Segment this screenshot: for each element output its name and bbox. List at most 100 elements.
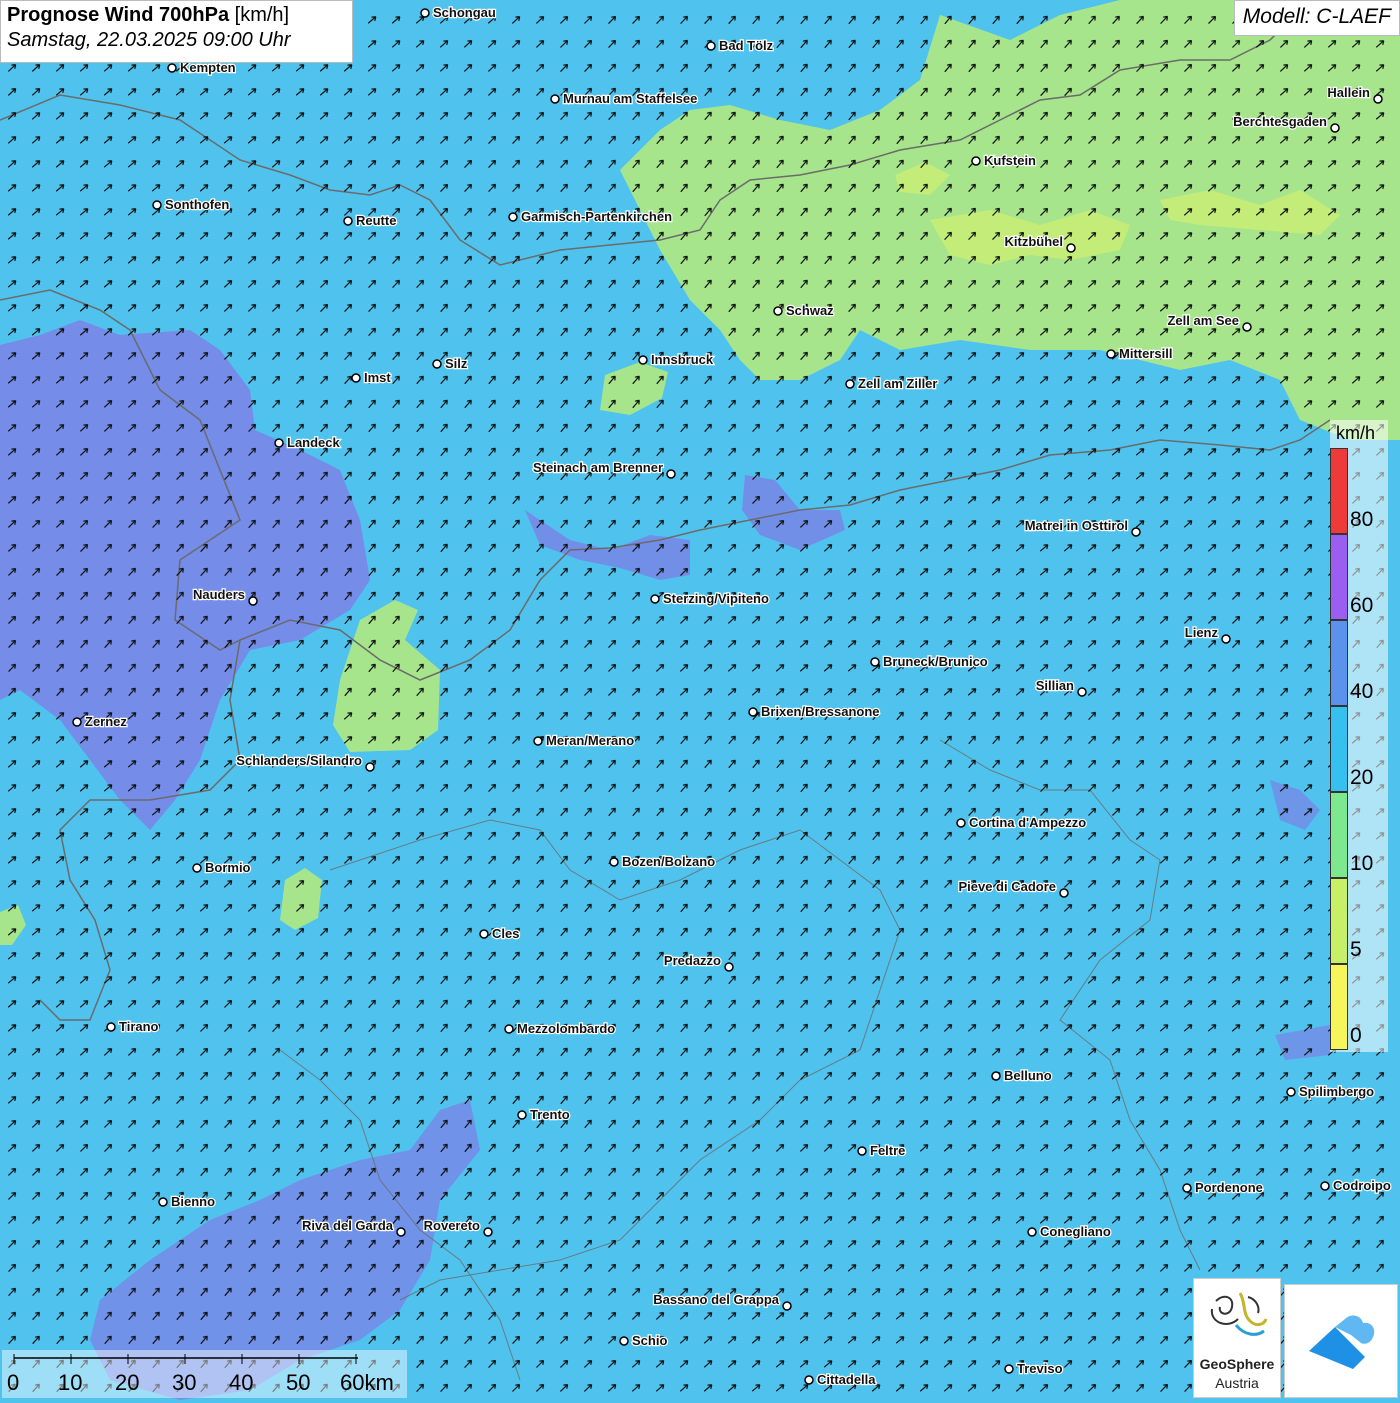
scale-label-30: 30 [172, 1370, 197, 1395]
city-marker-dot [396, 1227, 406, 1237]
city-label: Imst [364, 370, 391, 385]
city-label: Mezzolombardo [517, 1021, 615, 1036]
city-label: Feltre [870, 1143, 905, 1158]
city-label: Pieve di Cadore [958, 879, 1056, 894]
legend-bar-0 [1330, 964, 1348, 1050]
city-label: Zernez [85, 714, 127, 729]
geosphere-logo[interactable]: GeoSphere Austria [1193, 1278, 1281, 1398]
legend-unit: km/h [1336, 423, 1376, 443]
city-marker-dot [609, 857, 619, 867]
city-label: Rovereto [424, 1218, 480, 1233]
city-label: Bruneck/Brunico [883, 654, 988, 669]
legend-bar-10 [1330, 792, 1348, 878]
city-label: Innsbruck [651, 352, 714, 367]
city-marker-dot [1066, 243, 1076, 253]
wind-map: SchongauBad TölzKemptenMurnau am Staffel… [0, 0, 1400, 1400]
city-label: Steinach am Brenner [533, 460, 663, 475]
city-label: Murnau am Staffelsee [563, 91, 697, 106]
legend-label-0: 0 [1350, 1024, 1362, 1047]
title-box: Prognose Wind 700hPa [km/h] Samstag, 22.… [0, 0, 353, 63]
geosphere-logo-line2: Austria [1215, 1375, 1259, 1391]
city-label: Bad Tölz [719, 38, 774, 53]
city-marker-dot [1242, 322, 1252, 332]
legend-label-40: 40 [1350, 680, 1374, 703]
city-label: Predazzo [664, 953, 721, 968]
city-marker-dot [504, 1024, 514, 1034]
city-label: Kitzbühel [1005, 234, 1064, 249]
city-marker-dot [1059, 888, 1069, 898]
city-label: Mittersill [1119, 346, 1172, 361]
city-label: Lienz [1185, 625, 1219, 640]
city-label: Codroipo [1333, 1178, 1391, 1193]
city-label: Silz [445, 356, 468, 371]
model-label: Modell: C-LAEF [1233, 0, 1400, 36]
city-marker-dot [152, 200, 162, 210]
scale-label-40: 40 [229, 1370, 254, 1395]
map-title-unit: [km/h] [234, 4, 290, 26]
city-marker-dot [1221, 634, 1231, 644]
scale-label-0: 0 [7, 1370, 20, 1395]
city-label: Trento [530, 1107, 570, 1122]
city-label: Schio [632, 1333, 667, 1348]
city-label: Bormio [205, 860, 251, 875]
city-marker-dot [870, 657, 880, 667]
city-marker-dot [782, 1301, 792, 1311]
scale-label-20: 20 [115, 1370, 140, 1395]
city-marker-dot [248, 596, 258, 606]
scale-label-60km: 60km [340, 1370, 394, 1395]
city-label: Schongau [433, 5, 496, 20]
city-label: Sonthofen [165, 197, 229, 212]
city-label: Brixen/Bressanone [761, 704, 880, 719]
geosphere-logo-line1: GeoSphere [1199, 1356, 1275, 1372]
city-label: Treviso [1017, 1361, 1063, 1376]
city-label: Landeck [287, 435, 341, 450]
city-label: Zell am Ziller [858, 376, 937, 391]
city-label: Bozen/Bolzano [622, 854, 715, 869]
map-title-main: Prognose Wind 700hPa [7, 4, 230, 26]
legend-label-20: 20 [1350, 766, 1374, 789]
scale-label-50: 50 [286, 1370, 311, 1395]
forecast-datetime: Samstag, 22.03.2025 09:00 Uhr [7, 29, 291, 51]
city-marker-dot [1373, 94, 1383, 104]
city-label: Meran/Merano [546, 733, 634, 748]
city-label: Hallein [1327, 85, 1370, 100]
city-marker-dot [420, 8, 430, 18]
city-label: Spilimbergo [1299, 1084, 1374, 1099]
city-label: Kufstein [984, 153, 1036, 168]
city-marker-dot [479, 929, 489, 939]
city-marker-dot [773, 306, 783, 316]
scale-label-10: 10 [58, 1370, 83, 1395]
city-label: Cles [492, 926, 519, 941]
city-label: Reutte [356, 213, 396, 228]
legend-bar-60 [1330, 534, 1348, 620]
city-label: Bassano del Grappa [653, 1292, 779, 1307]
city-label: Pordenone [1195, 1180, 1263, 1195]
city-marker-dot [1182, 1183, 1192, 1193]
city-marker-dot [351, 373, 361, 383]
legend-bar-20 [1330, 706, 1348, 792]
legend-label-10: 10 [1350, 852, 1374, 875]
city-marker-dot [517, 1110, 527, 1120]
app-logo[interactable] [1284, 1284, 1398, 1398]
city-marker-dot [483, 1227, 493, 1237]
city-label: Cittadella [817, 1372, 876, 1387]
city-label: Berchtesgaden [1233, 114, 1327, 129]
city-marker-dot [1106, 349, 1116, 359]
city-marker-dot [971, 156, 981, 166]
legend-bar-80 [1330, 448, 1348, 534]
city-marker-dot [991, 1071, 1001, 1081]
city-label: Zell am See [1167, 313, 1239, 328]
city-marker-dot [1320, 1181, 1330, 1191]
city-label: Belluno [1004, 1068, 1052, 1083]
city-label: Matrei in Osttirol [1025, 518, 1128, 533]
city-marker-dot [706, 41, 716, 51]
city-label: Riva del Garda [302, 1218, 394, 1233]
city-marker-dot [158, 1197, 168, 1207]
city-marker-dot [72, 717, 82, 727]
city-marker-dot [533, 736, 543, 746]
city-label: Conegliano [1040, 1224, 1111, 1239]
legend-bar-40 [1330, 620, 1348, 706]
city-marker-dot [956, 818, 966, 828]
map-title: Prognose Wind 700hPa [km/h] [7, 4, 346, 27]
city-label: Tirano [119, 1019, 159, 1034]
